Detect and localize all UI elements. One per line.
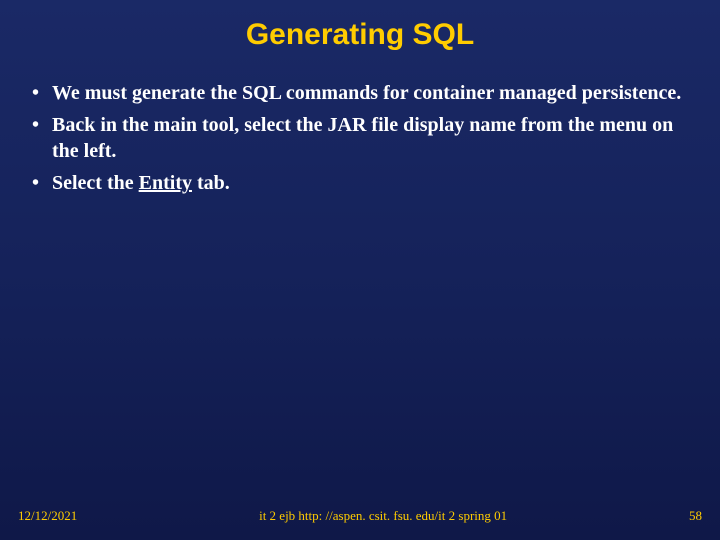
bullet-item: We must generate the SQL commands for co… — [28, 80, 692, 106]
bullet-item: Back in the main tool, select the JAR fi… — [28, 112, 692, 164]
footer-center-text: it 2 ejb http: //aspen. csit. fsu. edu/i… — [77, 508, 689, 524]
footer-date: 12/12/2021 — [18, 508, 77, 524]
bullet-text-prefix: Select the — [52, 172, 139, 194]
bullet-text-suffix: tab. — [192, 172, 230, 194]
slide-footer: 12/12/2021 it 2 ejb http: //aspen. csit.… — [0, 508, 720, 524]
bullet-list: We must generate the SQL commands for co… — [28, 80, 692, 196]
footer-page-number: 58 — [689, 508, 702, 524]
bullet-text-underlined: Entity — [139, 172, 192, 194]
slide-title: Generating SQL — [0, 0, 720, 80]
bullet-item: Select the Entity tab. — [28, 170, 692, 196]
slide-content: We must generate the SQL commands for co… — [0, 80, 720, 196]
